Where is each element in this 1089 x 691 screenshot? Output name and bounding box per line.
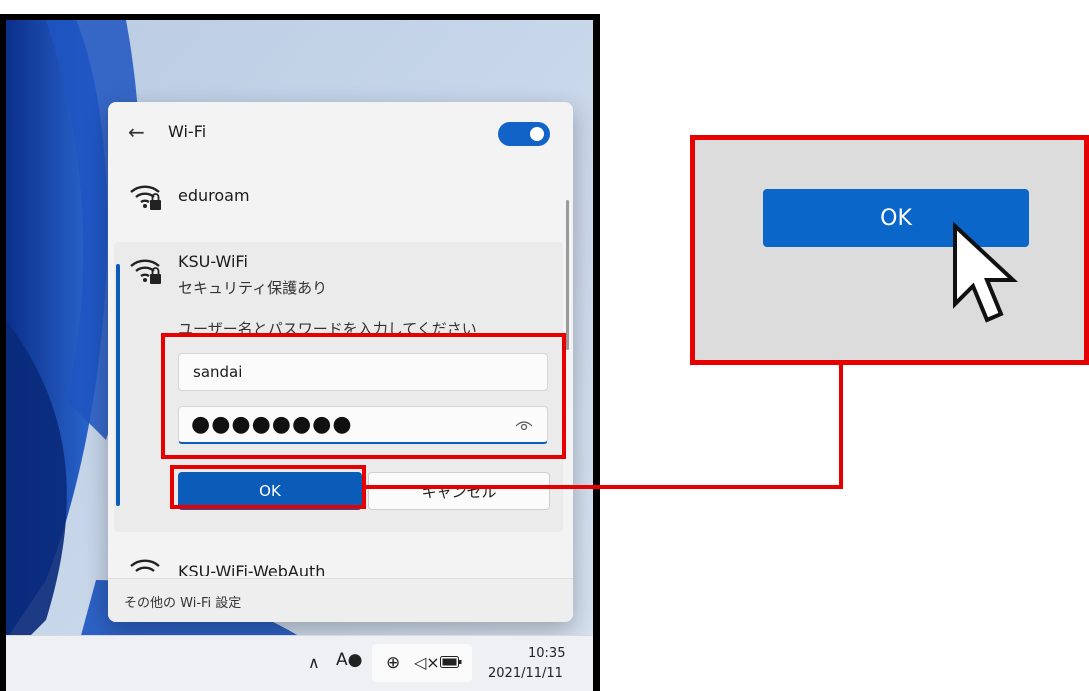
network-item-eduroam[interactable]: eduroam (108, 180, 563, 220)
credentials-highlight-box (161, 333, 566, 459)
network-name: eduroam (178, 186, 250, 205)
more-wifi-settings-link[interactable]: その他の Wi-Fi 設定 (124, 592, 241, 611)
wifi-secured-icon (130, 259, 161, 284)
globe-network-icon: ⊕ (386, 653, 401, 673)
flyout-title: Wi-Fi (168, 122, 207, 141)
selected-indicator (116, 264, 120, 506)
cancel-button[interactable]: キャンセル (368, 472, 550, 510)
toggle-knob (530, 127, 544, 141)
back-arrow-icon[interactable]: ← (128, 120, 145, 144)
callout-connector-horizontal (366, 485, 843, 489)
network-item-ksu-wifi-webauth[interactable]: KSU-WiFi-WebAuth (108, 548, 563, 576)
taskbar: ∧ A● ⊕ ◁× 10:35 2021/11/11 (6, 635, 593, 691)
battery-icon (440, 656, 462, 668)
wifi-toggle[interactable] (498, 122, 550, 146)
clock-time[interactable]: 10:35 (528, 646, 565, 661)
network-security-status: セキュリティ保護あり (178, 279, 328, 297)
volume-muted-icon: ◁× (414, 653, 440, 672)
callout-connector-vertical (839, 362, 843, 489)
mouse-pointer-icon (953, 222, 1019, 323)
ok-highlight-box (170, 465, 366, 509)
flyout-header: ← Wi-Fi (108, 102, 573, 162)
clock-date[interactable]: 2021/11/11 (488, 666, 563, 681)
network-name: KSU-WiFi (178, 252, 248, 271)
flyout-footer: その他の Wi-Fi 設定 (108, 578, 573, 622)
network-name: KSU-WiFi-WebAuth (178, 562, 326, 576)
quick-settings-button[interactable]: ⊕ ◁× (372, 644, 472, 682)
chevron-up-icon[interactable]: ∧ (308, 653, 320, 672)
wifi-secured-icon (130, 185, 161, 210)
wifi-icon (130, 559, 160, 572)
scrollbar[interactable] (566, 200, 569, 350)
font-input-icon[interactable]: A● (336, 650, 362, 670)
zoom-callout-panel: OK (690, 135, 1089, 365)
